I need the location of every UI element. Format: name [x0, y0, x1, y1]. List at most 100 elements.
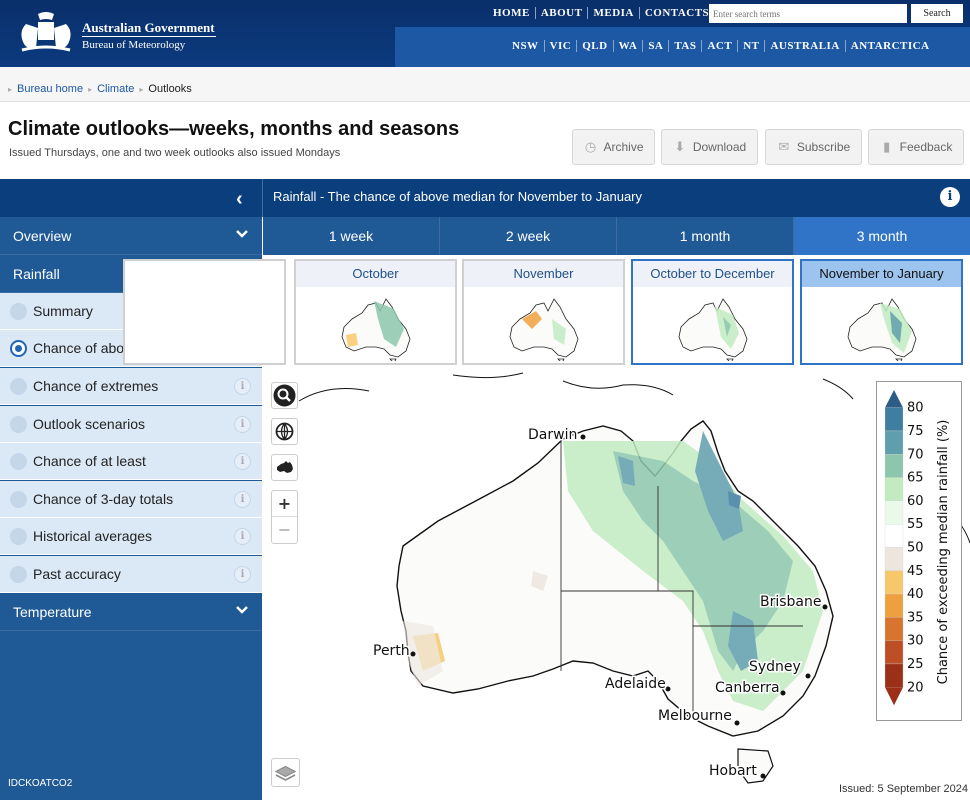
- sidebar-item-past-accuracy[interactable]: Past accuracy i: [0, 556, 262, 593]
- info-icon[interactable]: i: [234, 453, 251, 470]
- nav-nt[interactable]: NT: [737, 40, 764, 52]
- subscribe-button[interactable]: ✉ Subscribe: [765, 129, 862, 165]
- info-icon[interactable]: i: [234, 491, 251, 508]
- tab-1-week[interactable]: 1 week: [263, 217, 440, 255]
- legend-title: Chance of exceeding median rainfall (%): [936, 420, 951, 685]
- legend-tick-label: 20: [907, 680, 924, 695]
- coat-of-arms-icon: [21, 12, 71, 52]
- city-label-sydney: Sydney: [749, 659, 801, 675]
- radio-button[interactable]: [10, 528, 27, 545]
- layers-button[interactable]: [271, 758, 300, 787]
- info-icon[interactable]: i: [234, 378, 251, 395]
- coastline: [298, 372, 854, 402]
- info-icon[interactable]: i: [234, 566, 251, 583]
- breadcrumb-bureau-home[interactable]: Bureau home: [17, 83, 83, 95]
- nav-wa[interactable]: WA: [612, 40, 643, 52]
- info-icon[interactable]: i: [940, 187, 960, 207]
- globe-button[interactable]: [271, 418, 298, 445]
- tab-3-month[interactable]: 3 month: [794, 217, 970, 255]
- info-icon[interactable]: i: [234, 528, 251, 545]
- radio-button[interactable]: [10, 416, 27, 433]
- thumbnail-october-to-december[interactable]: October to December: [631, 259, 794, 365]
- thumbnail-october[interactable]: October: [294, 259, 457, 365]
- sidebar-item-chance-of-extremes[interactable]: Chance of extremes i: [0, 368, 262, 405]
- breadcrumb-separator-icon: ▸: [139, 84, 144, 94]
- thumbnail-map: [509, 298, 579, 361]
- nav-nsw[interactable]: NSW: [507, 40, 544, 52]
- download-button[interactable]: ⬇ Download: [661, 129, 758, 165]
- thumbnail-map: [341, 298, 411, 361]
- legend-tick-label: 35: [907, 610, 924, 625]
- sidebar-item-chance-of-at-least[interactable]: Chance of at least i: [0, 443, 262, 480]
- legend-tick-label: 55: [907, 517, 924, 532]
- nav-about[interactable]: ABOUT: [534, 7, 588, 19]
- chevron-down-icon: [236, 230, 248, 238]
- sidebar-section-overview[interactable]: Overview: [0, 217, 262, 255]
- nav-act[interactable]: ACT: [701, 40, 737, 52]
- city-label-darwin: Darwin: [528, 427, 577, 443]
- sidebar-item-outlook-scenarios[interactable]: Outlook scenarios i: [0, 406, 262, 443]
- sidebar-item-chance-3-day-totals[interactable]: Chance of 3-day totals i: [0, 481, 262, 518]
- breadcrumb-bullet-icon: ▸: [8, 84, 13, 94]
- breadcrumb-current: Outlooks: [148, 83, 192, 95]
- mini-tasmania: [557, 358, 565, 361]
- download-icon: ⬇: [674, 139, 686, 154]
- tab-1-month[interactable]: 1 month: [617, 217, 794, 255]
- breadcrumb-bar: ▸ Bureau home ▸ Climate ▸ Outlooks: [0, 67, 970, 102]
- zoom-in-button[interactable]: +: [272, 491, 297, 517]
- australia-icon: [277, 461, 293, 473]
- search-button[interactable]: Search: [911, 4, 963, 23]
- legend-tick-label: 50: [907, 540, 924, 555]
- government-logo[interactable]: Australian Government Bureau of Meteorol…: [16, 10, 216, 56]
- thumbnail-partial[interactable]: [123, 259, 286, 365]
- nav-sa[interactable]: SA: [642, 40, 668, 52]
- mini-tasmania: [389, 358, 397, 361]
- nav-media[interactable]: MEDIA: [587, 7, 638, 19]
- zoom-out-button[interactable]: −: [272, 517, 297, 543]
- nav-qld[interactable]: QLD: [576, 40, 612, 52]
- legend-arrow-down: [885, 687, 903, 706]
- subscribe-label: Subscribe: [796, 140, 851, 154]
- page-title-bar: Climate outlooks—weeks, months and seaso…: [0, 103, 970, 179]
- thumbnail-november[interactable]: November: [462, 259, 625, 365]
- legend-swatch: [884, 570, 904, 595]
- breadcrumb-climate[interactable]: Climate: [97, 83, 134, 95]
- nav-contacts[interactable]: CONTACTS: [638, 7, 714, 19]
- radio-button[interactable]: [10, 303, 27, 320]
- nav-antarctica[interactable]: ANTARCTICA: [844, 40, 935, 52]
- radio-button[interactable]: [10, 453, 27, 470]
- thumbnail-november-to-january[interactable]: November to January: [800, 259, 963, 365]
- feedback-button[interactable]: ▮ Feedback: [868, 129, 964, 165]
- logo-divider: [82, 36, 216, 37]
- page-title: Climate outlooks—weeks, months and seaso…: [8, 118, 460, 140]
- tab-2-week[interactable]: 2 week: [440, 217, 617, 255]
- nav-vic[interactable]: VIC: [543, 40, 577, 52]
- legend-swatch: [884, 593, 904, 618]
- section-label: Temperature: [13, 604, 92, 620]
- download-label: Download: [692, 140, 747, 154]
- nav-australia[interactable]: AUSTRALIA: [764, 40, 844, 52]
- radio-button-selected[interactable]: [10, 340, 27, 357]
- city-label-brisbane: Brisbane: [760, 594, 822, 610]
- sidebar-item-historical-averages[interactable]: Historical averages i: [0, 518, 262, 555]
- search-input[interactable]: [709, 4, 907, 23]
- radio-button[interactable]: [10, 491, 27, 508]
- nav-home[interactable]: HOME: [488, 7, 535, 19]
- sidebar-section-temperature[interactable]: Temperature: [0, 593, 262, 631]
- info-icon[interactable]: i: [234, 416, 251, 433]
- org-name-line1: Australian Government: [82, 20, 215, 35]
- clock-icon: ◷: [584, 139, 597, 154]
- radio-button[interactable]: [10, 566, 27, 583]
- map-title: Rainfall - The chance of above median fo…: [273, 189, 643, 204]
- legend-swatch: [884, 454, 904, 478]
- layers-icon: [274, 765, 297, 781]
- legend-tick-label: 30: [907, 634, 924, 649]
- radio-button[interactable]: [10, 378, 27, 395]
- australia-extent-button[interactable]: [271, 454, 298, 481]
- archive-button[interactable]: ◷ Archive: [572, 129, 655, 165]
- outlook-map[interactable]: Darwin Brisbane Perth Sydney Adelaide Ca…: [263, 371, 970, 800]
- nav-tas[interactable]: TAS: [668, 40, 701, 52]
- zoom-search-button[interactable]: [271, 382, 298, 409]
- collapse-sidebar-button[interactable]: ‹: [0, 179, 262, 217]
- top-nav: HOME ABOUT MEDIA CONTACTS: [488, 7, 714, 19]
